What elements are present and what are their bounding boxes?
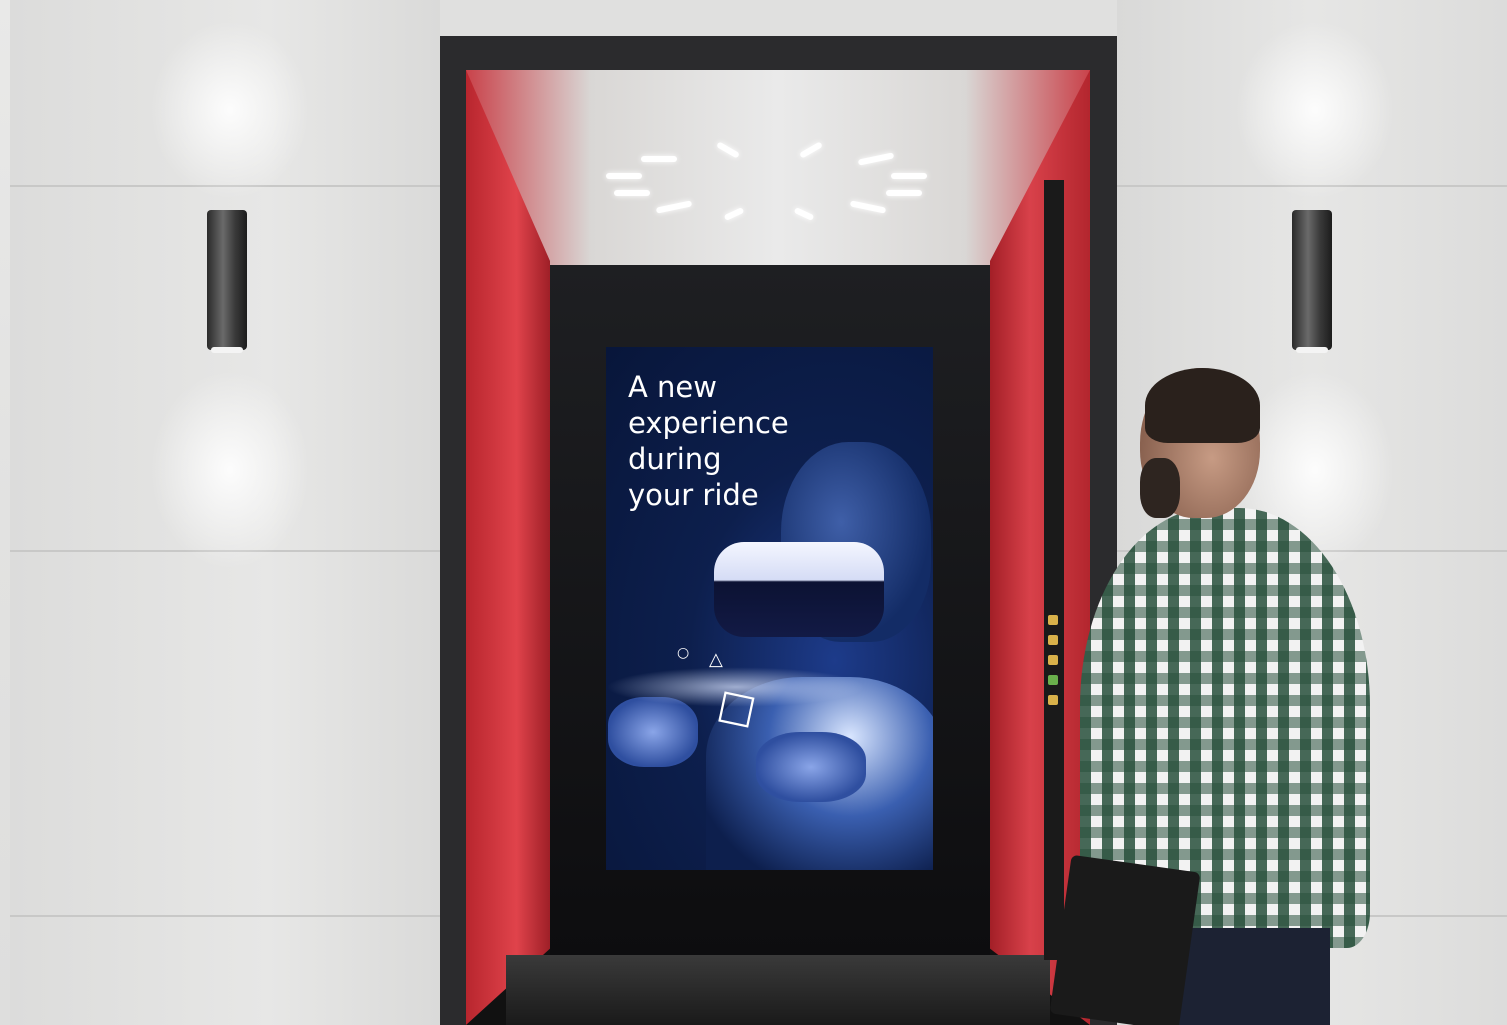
headline-line: experience [628, 406, 789, 440]
headline-line: during [628, 442, 722, 476]
folder [1049, 854, 1201, 1025]
elevator-control-panel [1044, 180, 1064, 960]
man-hair [1145, 368, 1260, 443]
sconce-light-glow [150, 370, 310, 570]
floor-button[interactable] [1048, 675, 1058, 685]
wall-panel-seam [10, 915, 440, 917]
floor-button[interactable] [1048, 655, 1058, 665]
ceiling-light [891, 173, 927, 179]
pants [1170, 928, 1330, 1025]
wall-sconce-right [1292, 210, 1332, 353]
ceiling-light [886, 190, 922, 196]
vr-headset [714, 542, 884, 637]
triangle-icon: △ [709, 649, 723, 670]
floor-button[interactable] [1048, 695, 1058, 705]
sconce-light-glow [1235, 20, 1395, 200]
elevator-header-panel [440, 0, 1117, 36]
cabin-floor [506, 955, 1050, 1025]
digital-signage-poster: ○ △ □ A new experience during your ride [606, 347, 933, 870]
elevator-lobby-scene: ○ △ □ A new experience during your ride [0, 0, 1507, 1025]
man-in-plaid-shirt [1049, 368, 1370, 1025]
vr-user-hand-left [608, 697, 698, 767]
vr-user-hand-right [756, 732, 866, 802]
floor-button[interactable] [1048, 635, 1058, 645]
ceiling-light [641, 156, 677, 162]
headline-line: A new [628, 370, 717, 404]
cabin-ceiling [466, 70, 1090, 265]
circle-icon: ○ [677, 645, 690, 661]
sconce-light-glow [150, 20, 310, 200]
ceiling-light [606, 173, 642, 179]
poster-headline: A new experience during your ride [628, 369, 868, 513]
wall-sconce-left [207, 210, 247, 353]
ceiling-light [614, 190, 650, 196]
man-beard [1140, 458, 1180, 518]
floor-button[interactable] [1048, 615, 1058, 625]
headline-line: your ride [628, 478, 759, 512]
